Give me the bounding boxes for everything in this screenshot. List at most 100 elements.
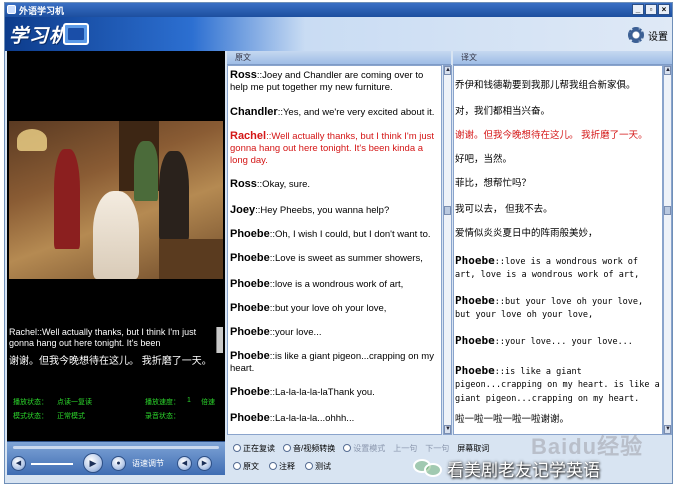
subtitle-english: Rachel::Well actually thanks, but I thin… bbox=[9, 327, 215, 353]
slower-icon[interactable]: ◀ bbox=[177, 456, 192, 471]
scroll-thumb[interactable] bbox=[444, 206, 451, 215]
translation-line[interactable]: 啦一啦一啦一啦一啦谢谢。 bbox=[455, 414, 662, 426]
scroll-down-arrow-icon[interactable]: ▼ bbox=[444, 425, 451, 434]
next-sentence-button[interactable]: 下一句 bbox=[422, 442, 452, 454]
translation-transcript[interactable]: 乔伊和钱德勒要到我那儿帮我组合新家俱。 对，我们都相当兴奋。 谢谢。但我今晚想待… bbox=[453, 65, 663, 435]
line-text: ::your love... your love... bbox=[494, 337, 633, 347]
transcript-line[interactable]: Phoebe::La-la-la-la-laThank you. bbox=[230, 386, 438, 399]
video-scene-table bbox=[159, 239, 223, 279]
translation-scrollbar[interactable]: ▲ ▼ bbox=[663, 65, 672, 435]
transcript-line[interactable]: Phoebe::La-la-la-la...ohhh... bbox=[230, 412, 438, 425]
translation-line[interactable]: 我可以去， 但我不去。 bbox=[455, 204, 662, 216]
original-text-label: 原文 bbox=[243, 461, 259, 471]
faster-icon[interactable]: ▶ bbox=[197, 456, 212, 471]
translation-line[interactable]: art, love is a wondrous work of art, bbox=[455, 268, 662, 282]
minimize-button[interactable]: _ bbox=[632, 4, 644, 15]
speaker-name: Phoebe bbox=[455, 364, 495, 377]
close-button[interactable]: × bbox=[658, 4, 670, 15]
line-text: ::Joey and Chandler are coming over to h… bbox=[230, 70, 424, 93]
annotation-label: 注释 bbox=[279, 461, 295, 471]
transcript-line-current[interactable]: Rachel::Well actually thanks, but I thin… bbox=[230, 130, 438, 167]
translation-line[interactable]: Phoebe::love is a wondrous work of bbox=[455, 254, 662, 269]
speed-value: 1 bbox=[187, 397, 191, 404]
original-text-button[interactable]: 原文 bbox=[230, 460, 262, 472]
original-transcript[interactable]: Ross::Joey and Chandler are coming over … bbox=[227, 65, 442, 435]
set-mode-icon bbox=[343, 444, 352, 452]
line-text: ::Oh, I wish I could, but I don't want t… bbox=[269, 229, 431, 240]
rewind-icon[interactable]: ◀ bbox=[11, 456, 26, 471]
translation-line[interactable]: 乔伊和钱德勒要到我那儿帮我组合新家俱。 bbox=[455, 80, 662, 92]
translation-line[interactable]: pigeon...crapping on my heart. is like a bbox=[455, 378, 662, 392]
stop-icon[interactable]: ● bbox=[111, 456, 126, 471]
repeat-button[interactable]: 正在复读 bbox=[230, 442, 278, 454]
settings-button[interactable]: 设置 bbox=[628, 27, 668, 43]
translation-line[interactable]: 对，我们都相当兴奋。 bbox=[455, 106, 662, 118]
speaker-name: Chandler bbox=[230, 106, 278, 118]
original-text-icon bbox=[233, 462, 241, 470]
speaker-name: Phoebe bbox=[230, 350, 270, 362]
translation-line[interactable]: 好吧，当然。 bbox=[455, 154, 662, 166]
test-button[interactable]: 测试 bbox=[302, 460, 334, 472]
scroll-thumb[interactable] bbox=[664, 206, 671, 215]
line-text: ::but your love oh your love, bbox=[494, 297, 644, 307]
window-title: 外语学习机 bbox=[19, 6, 65, 16]
scroll-up-arrow-icon[interactable]: ▲ bbox=[444, 66, 451, 75]
translation-line[interactable]: but your love oh your love, bbox=[455, 308, 662, 322]
transcript-line[interactable]: Phoebe::your love... bbox=[230, 326, 438, 339]
scroll-up-arrow-icon[interactable]: ▲ bbox=[664, 66, 671, 75]
prev-sentence-button[interactable]: 上一句 bbox=[390, 442, 420, 454]
annotation-icon bbox=[269, 462, 277, 470]
subtitle-chinese: 谢谢。但我今晚想待在这儿。 我折磨了一天。 bbox=[9, 356, 212, 367]
transcript-line[interactable]: Joey::Hey Pheebs, you wanna help? bbox=[230, 204, 438, 217]
record-status-label: 录音状态： bbox=[145, 413, 180, 420]
translation-line[interactable]: 爱情似炎炎夏日中的阵雨般美妙， bbox=[455, 228, 662, 240]
screen-word-capture-label: 屏幕取词 bbox=[457, 443, 490, 453]
line-text: ::Love is sweet as summer showers, bbox=[269, 253, 423, 264]
scroll-down-arrow-icon[interactable]: ▼ bbox=[664, 425, 671, 434]
volume-slider[interactable] bbox=[31, 463, 73, 465]
transcript-line[interactable]: Chandler::Yes, and we're very excited ab… bbox=[230, 106, 438, 119]
translation-panel-header: 译文 bbox=[453, 51, 672, 65]
settings-label: 设置 bbox=[648, 31, 668, 43]
translation-line[interactable]: Phoebe::but your love oh your love, bbox=[455, 294, 662, 309]
line-text: ::love is a wondrous work of bbox=[494, 257, 639, 267]
original-scrollbar[interactable]: ▲ ▼ bbox=[443, 65, 452, 435]
play-icon[interactable]: ▶ bbox=[83, 453, 103, 473]
seek-bar[interactable] bbox=[13, 446, 219, 449]
transcript-line[interactable]: Phoebe::but your love oh your love, bbox=[230, 302, 438, 315]
translation-line[interactable]: Phoebe::your love... your love... bbox=[455, 334, 662, 349]
transcript-line[interactable]: Ross::Joey and Chandler are coming over … bbox=[230, 69, 438, 94]
subtitle-scrollbar[interactable] bbox=[216, 327, 223, 353]
test-icon bbox=[305, 462, 313, 470]
video-scene-figure bbox=[54, 149, 80, 249]
restore-button[interactable]: ▫ bbox=[645, 4, 657, 15]
repeat-icon bbox=[233, 444, 241, 452]
transcript-line[interactable]: Ross::Okay, sure. bbox=[230, 178, 438, 191]
playback-controls: ◀ ▶ ● 语速调节 ◀ ▶ bbox=[7, 441, 225, 475]
translation-line-current[interactable]: 谢谢。但我今晚想待在这儿。 我折磨了一天。 bbox=[455, 130, 662, 142]
transcript-line[interactable]: Phoebe::Oh, I wish I could, but I don't … bbox=[230, 228, 438, 241]
translation-line[interactable]: giant pigeon...crapping on my heart. bbox=[455, 392, 662, 406]
translation-line[interactable]: 菲比，想帮忙吗？ bbox=[455, 178, 662, 190]
line-text: ::La-la-la-la...ohhh... bbox=[269, 413, 355, 424]
gear-icon bbox=[628, 27, 644, 43]
speaker-name: Phoebe bbox=[230, 278, 270, 290]
speaker-name: Phoebe bbox=[230, 302, 270, 314]
av-switch-button[interactable]: 音/视频转换 bbox=[280, 442, 338, 454]
line-text: ::your love... bbox=[269, 327, 322, 338]
next-sentence-label: 下一句 bbox=[425, 443, 450, 453]
video-panel: Rachel::Well actually thanks, but I thin… bbox=[7, 51, 225, 445]
translation-panel-title: 译文 bbox=[461, 53, 477, 62]
screen-word-capture-button[interactable]: 屏幕取词 bbox=[454, 442, 492, 454]
mode-status-label: 模式状态： bbox=[13, 413, 48, 420]
transcript-line[interactable]: Phoebe::Love is sweet as summer showers, bbox=[230, 252, 438, 265]
title-bar: 外语学习机 _ ▫ × bbox=[5, 3, 672, 17]
transcript-line[interactable]: Phoebe::love is a wondrous work of art, bbox=[230, 278, 438, 291]
translation-line[interactable]: Phoebe::is like a giant bbox=[455, 364, 662, 379]
video-frame[interactable] bbox=[9, 121, 223, 279]
set-mode-button[interactable]: 设置模式 bbox=[340, 442, 388, 454]
wechat-icon bbox=[413, 457, 443, 479]
transcript-line[interactable]: Phoebe::is like a giant pigeon...crappin… bbox=[230, 350, 438, 375]
video-scene-figure bbox=[159, 151, 189, 241]
annotation-button[interactable]: 注释 bbox=[266, 460, 298, 472]
